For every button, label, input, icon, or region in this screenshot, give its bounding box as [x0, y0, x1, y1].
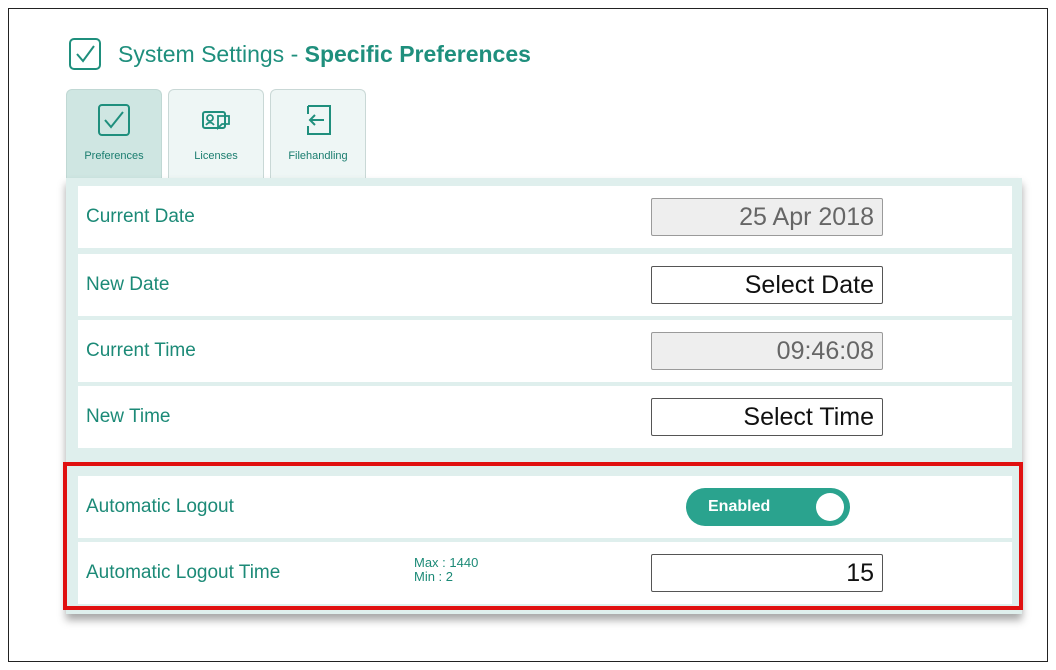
new-time-row: New Time Select Time — [78, 386, 1012, 448]
automatic-logout-row: Automatic Logout Enabled — [78, 476, 1012, 538]
new-time-label: New Time — [86, 406, 171, 427]
new-time-picker[interactable]: Select Time — [651, 398, 883, 436]
logout-time-input[interactable]: 15 — [651, 554, 883, 592]
page-title: System Settings - Specific Preferences — [118, 40, 531, 67]
automatic-logout-time-label: Automatic Logout Time — [86, 562, 281, 583]
new-date-picker[interactable]: Select Date — [651, 266, 883, 304]
import-file-icon — [307, 105, 331, 135]
checkbox-icon — [98, 104, 130, 136]
min-limit: Min : 2 — [414, 569, 454, 584]
current-time-row: Current Time 09:46:08 — [78, 320, 1012, 382]
tab-label: Preferences — [84, 150, 144, 162]
current-date-row: Current Date 25 Apr 2018 — [78, 186, 1012, 248]
preferences-panel: Current Date 25 Apr 2018 New Date Select… — [66, 178, 1022, 614]
tab-bar: Preferences Licenses Filehandling — [66, 89, 372, 179]
tab-licenses[interactable]: Licenses — [168, 89, 264, 179]
new-date-row: New Date Select Date — [78, 254, 1012, 316]
toggle-state-text: Enabled — [708, 498, 771, 515]
tab-label: Licenses — [194, 150, 238, 162]
automatic-logout-toggle[interactable]: Enabled — [686, 488, 850, 526]
logout-time-limits: Max : 1440 Min : 2 — [414, 556, 478, 584]
automatic-logout-label: Automatic Logout — [86, 496, 234, 517]
page-header: System Settings - Specific Preferences — [68, 36, 531, 72]
max-limit: Max : 1440 — [414, 555, 479, 570]
current-date-field: 25 Apr 2018 — [651, 198, 883, 236]
new-date-label: New Date — [86, 274, 170, 295]
automatic-logout-time-row: Automatic Logout Time Max : 1440 Min : 2… — [78, 542, 1012, 604]
tab-preferences[interactable]: Preferences — [66, 89, 162, 179]
current-date-label: Current Date — [86, 206, 195, 227]
current-time-field: 09:46:08 — [651, 332, 883, 370]
tab-label: Filehandling — [288, 150, 348, 162]
license-card-icon — [202, 111, 230, 131]
checkbox-icon — [69, 38, 101, 70]
tab-filehandling[interactable]: Filehandling — [270, 89, 366, 179]
current-time-label: Current Time — [86, 340, 196, 361]
toggle-knob — [816, 493, 844, 521]
